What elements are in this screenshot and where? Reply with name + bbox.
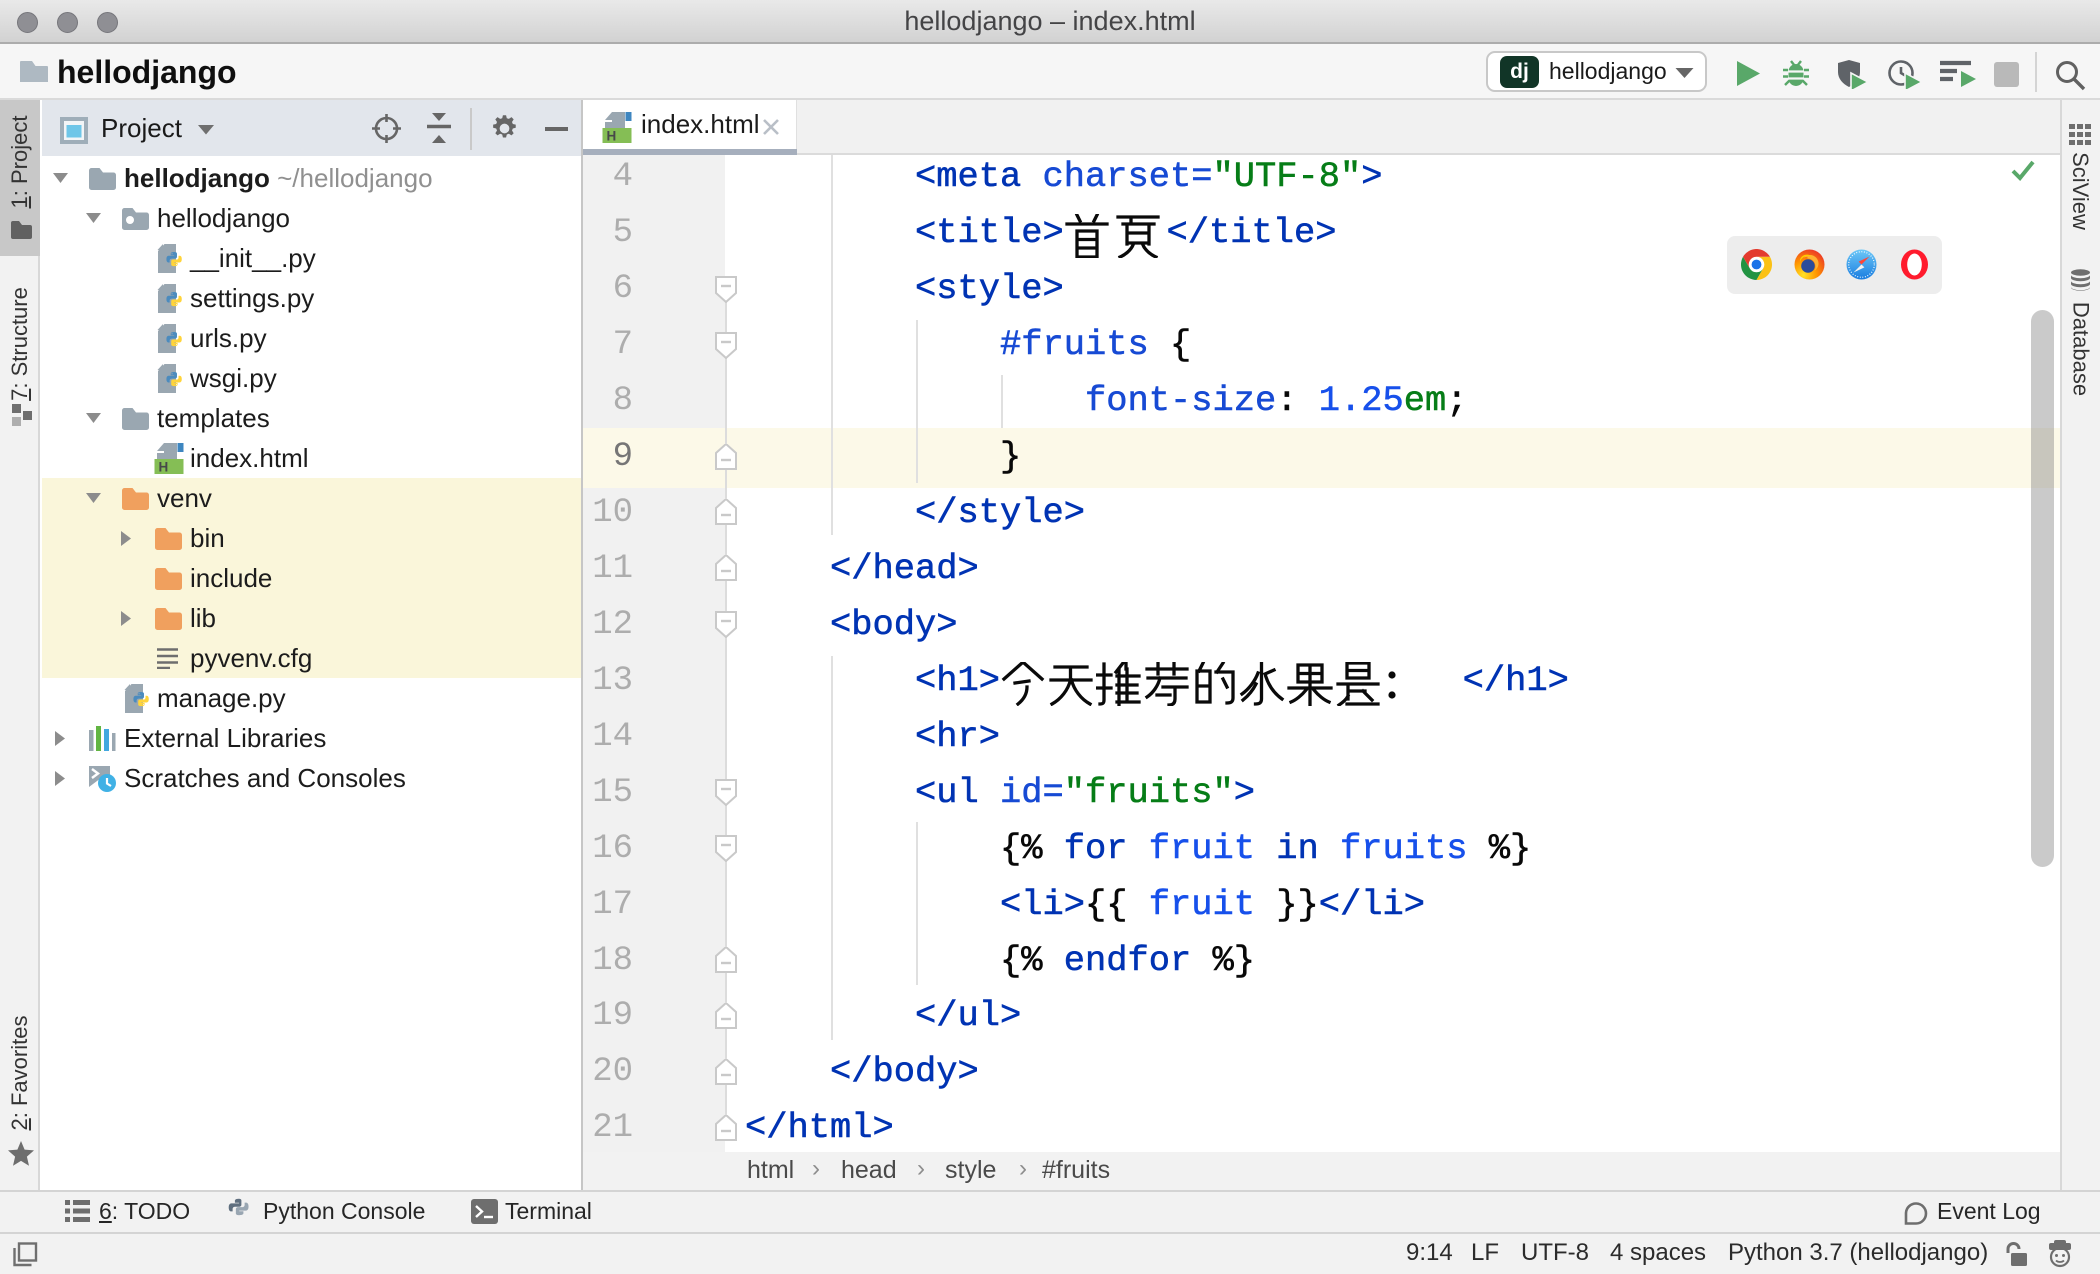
svg-text:H: H <box>159 460 169 475</box>
svg-text:H: H <box>607 129 617 144</box>
